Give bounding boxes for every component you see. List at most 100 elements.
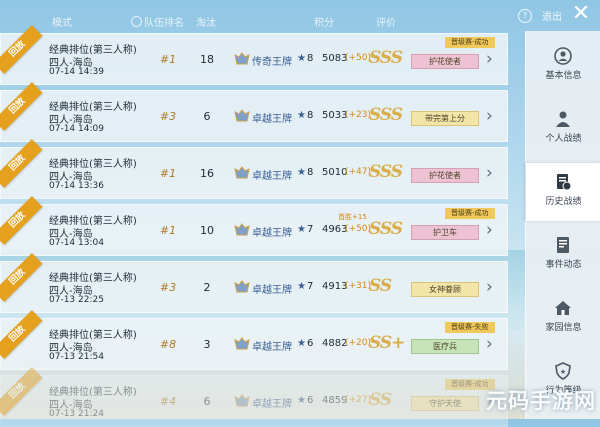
tier-level: 6 [307,395,314,406]
tier-level: 8 [307,167,314,178]
clock-icon [131,16,142,27]
tier-emblem-icon [234,337,250,350]
watermark: 元码手游网 [486,389,596,413]
sidebar-nav: 基本信息 个人战绩 历史战绩 事件动态 家园信息 ★ 行为等级 [525,31,600,419]
star-icon: ★ [297,110,306,121]
tier-emblem-icon [234,223,250,236]
rating-grade: SSS [369,162,403,182]
tier-emblem-icon [234,280,250,293]
kills: 18 [200,53,214,66]
tier-name: 卓越王牌 [252,228,292,239]
match-row[interactable]: 回放 经典排位(第三人称) 四人-海岛 07-13 21:24 #4 6 卓越王牌 ★ 6 485… [0,367,508,427]
chevron-right-icon[interactable]: › [486,106,493,126]
match-time: 07-14 14:09 [49,124,104,134]
match-row[interactable]: 回放 经典排位(第三人称) 四人-海岛 07-14 14:39 #1 18 传奇王牌 ★ 8 50… [0,25,508,85]
match-row[interactable]: 回放 经典排位(第三人称) 四人-海岛 07-13 22:25 #3 2 卓越王牌 ★ 7 491… [0,253,508,313]
match-row[interactable]: 回放 经典排位(第三人称) 四人-海岛 07-13 21:54 #8 3 卓越王牌 ★ 6 488… [0,310,508,370]
replay-tag[interactable]: 回放 [0,310,43,359]
tier-name: 卓越王牌 [252,399,292,410]
sidebar-item[interactable]: 历史战绩 [526,163,600,221]
score: 4963 [322,224,348,235]
help-icon[interactable]: ? [518,9,532,23]
team-rank: #4 [159,395,177,408]
sidebar-item-label: 个人战绩 [545,134,582,144]
match-time: 07-13 21:24 [49,409,104,419]
title-badge: 带完第上分 [411,111,479,126]
replay-tag[interactable]: 回放 [0,196,43,245]
title-badge: 医疗兵 [411,339,479,354]
score: 4859 [322,395,348,406]
rating-grade: SS [369,276,392,296]
score-delta: (+20) [345,338,372,348]
title-badge: 守护天使 [411,396,479,411]
score-delta: (+50) [345,53,372,63]
replay-tag[interactable]: 回放 [0,253,43,302]
season-result-ribbon: 晋级赛-失败 [445,322,495,333]
column-team-rank-label: 队伍排名 [144,18,184,29]
score-delta: (+31) [345,281,372,291]
match-row[interactable]: 回放 经典排位(第三人称) 四人-海岛 07-14 13:36 #1 16 卓越王牌 ★ 8 50… [0,139,508,199]
replay-tag[interactable]: 回放 [0,367,43,416]
chevron-right-icon[interactable]: › [486,163,493,183]
sidebar-item-label: 事件动态 [545,260,582,270]
replay-tag[interactable]: 回放 [0,139,43,188]
score: 5033 [322,110,348,121]
close-button[interactable]: ✕ [568,3,594,25]
star-icon: ★ [297,167,306,178]
star-icon: ★ [297,281,306,292]
sidebar-item[interactable]: 家园信息 [526,289,600,347]
match-history-list: 回放 经典排位(第三人称) 四人-海岛 07-14 14:39 #1 18 传奇王牌 ★ 8 50… [0,25,510,427]
replay-tag[interactable]: 回放 [0,25,43,74]
tier-emblem-icon [234,109,250,122]
column-score: 积分 [314,18,334,29]
table-header: 模式 队伍排名 淘汰 积分 评价 [0,0,518,34]
match-time: 07-13 21:54 [49,352,104,362]
tier-level: 7 [307,224,314,235]
sidebar-item-label: 基本信息 [545,71,582,81]
sidebar-item[interactable]: 基本信息 [526,37,600,95]
team-rank: #8 [159,338,177,351]
tier-name: 卓越王牌 [252,114,292,125]
rating-grade: SSS [369,219,403,239]
score-delta: (+47) [345,167,372,177]
kills: 10 [200,224,214,237]
title-badge: 护花使者 [411,168,479,183]
team-rank: #1 [159,167,177,180]
kills: 3 [203,338,211,351]
column-team-rank: 队伍排名 [131,14,184,29]
logout-button[interactable]: 退出 [542,8,562,23]
kills: 2 [203,281,211,294]
tier-level: 8 [307,53,314,64]
kills: 6 [203,395,211,408]
match-time: 07-13 22:25 [49,295,104,305]
match-row[interactable]: 回放 经典排位(第三人称) 四人-海岛 07-14 13:04 #1 10 卓越王牌 ★ 7 49… [0,196,508,256]
home-icon [554,299,572,317]
kills: 16 [200,167,214,180]
star-icon: ★ [297,224,306,235]
tier-level: 8 [307,110,314,121]
bonus-note: 首胜+15 [338,213,367,221]
event-document-icon [554,236,572,254]
replay-tag[interactable]: 回放 [0,82,43,131]
sidebar-item[interactable]: 个人战绩 [526,100,600,158]
match-time: 07-14 13:36 [49,181,104,191]
match-time: 07-14 13:04 [49,238,104,248]
tier-name: 卓越王牌 [252,171,292,182]
svg-text:★: ★ [560,368,566,376]
column-mode: 模式 [52,18,72,29]
tier-name: 传奇王牌 [252,57,292,68]
chevron-right-icon[interactable]: › [486,49,493,69]
score: 4882 [322,338,348,349]
score: 4913 [322,281,348,292]
sidebar-item[interactable]: 事件动态 [526,226,600,284]
chevron-right-icon[interactable]: › [486,334,493,354]
match-time: 07-14 14:39 [49,67,104,77]
tier-emblem-icon [234,52,250,65]
column-kills: 淘汰 [196,18,216,29]
tier-name: 卓越王牌 [252,342,292,353]
chevron-right-icon[interactable]: › [486,220,493,240]
match-row[interactable]: 回放 经典排位(第三人称) 四人-海岛 07-14 14:09 #3 6 卓越王牌 ★ 8 503… [0,82,508,142]
chevron-right-icon[interactable]: › [486,277,493,297]
title-badge: 女神眷顾 [411,282,479,297]
rating-grade: SSS [369,105,403,125]
